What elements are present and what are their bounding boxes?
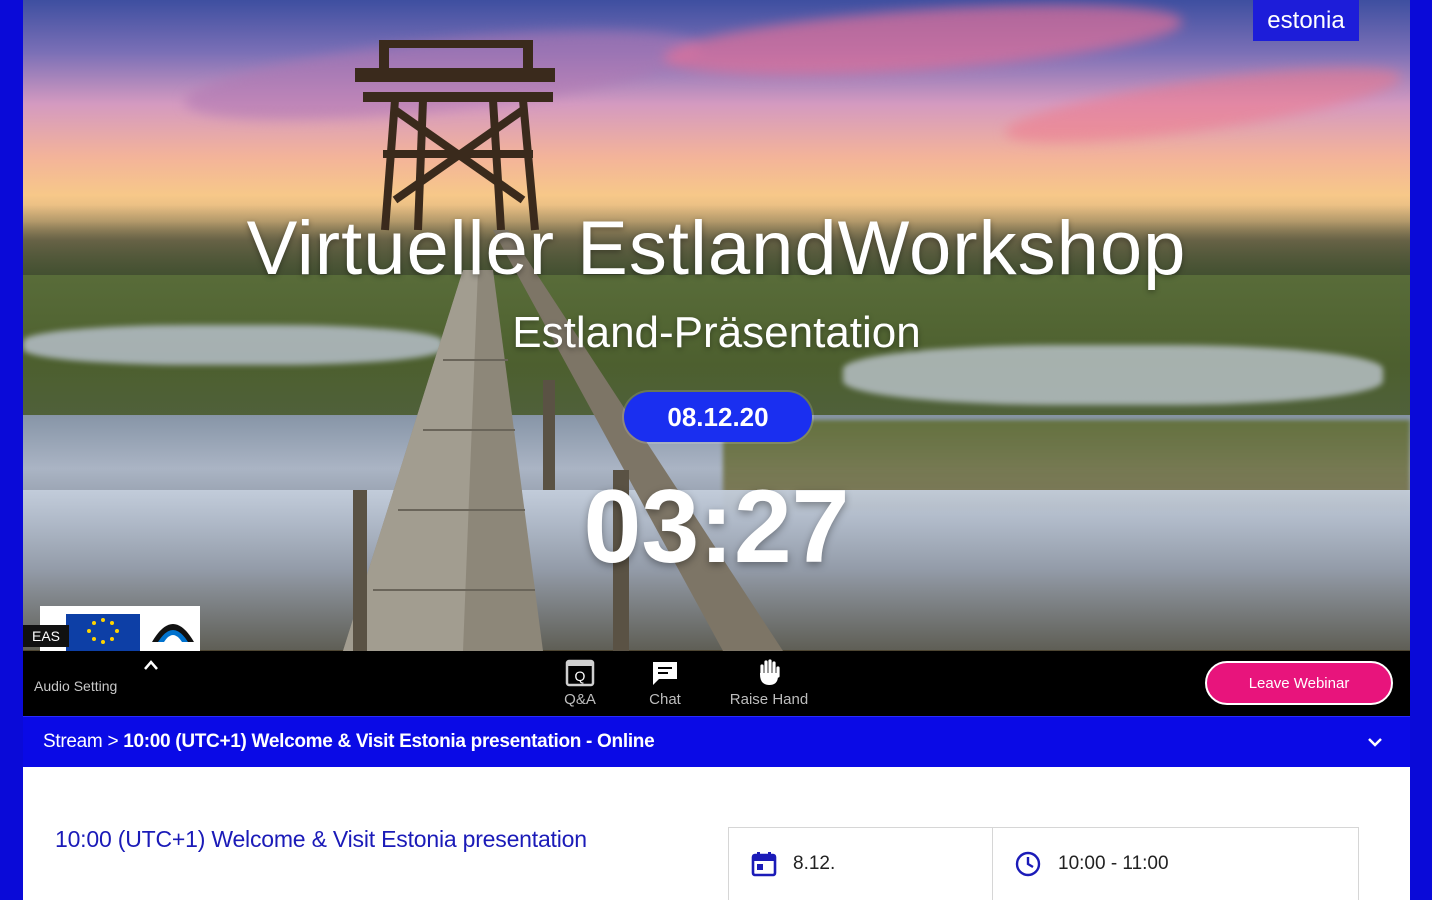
webinar-window: estonia Virtueller EstlandWorkshop Estla… xyxy=(23,0,1410,900)
calendar-icon xyxy=(751,852,777,877)
date-badge-text: 08.12.20 xyxy=(667,401,769,432)
leave-webinar-button[interactable]: Leave Webinar xyxy=(1205,661,1393,705)
session-date: 8.12. xyxy=(729,828,993,900)
brand-logo-text: estonia xyxy=(1267,7,1345,34)
stream-headline: Virtueller EstlandWorkshop xyxy=(246,206,1187,291)
chat-label: Chat xyxy=(649,691,681,708)
session-info: 8.12. 10:00 - 11:00 xyxy=(728,827,1359,900)
video-stream: estonia Virtueller EstlandWorkshop Estla… xyxy=(23,0,1410,651)
session-time: 10:00 - 11:00 xyxy=(993,828,1358,900)
chat-icon xyxy=(653,662,677,685)
qa-button[interactable]: Q Q&A xyxy=(561,659,599,708)
breadcrumb: Stream > 10:00 (UTC+1) Welcome & Visit E… xyxy=(23,716,1410,767)
raise-hand-button[interactable]: Raise Hand xyxy=(723,659,815,708)
stream-subheadline: Estland-Präsentation xyxy=(512,308,921,357)
eu-flag-icon xyxy=(66,614,140,651)
raise-hand-icon xyxy=(760,659,780,685)
breadcrumb-current: 10:00 (UTC+1) Welcome & Visit Estonia pr… xyxy=(123,731,655,752)
session-title: 10:00 (UTC+1) Welcome & Visit Estonia pr… xyxy=(55,826,587,852)
audio-setting-button[interactable]: Audio Setting xyxy=(34,678,117,694)
breadcrumb-root[interactable]: Stream xyxy=(43,731,103,752)
session-time-value: 10:00 - 11:00 xyxy=(1058,853,1169,874)
countdown-timer: 03:27 xyxy=(583,469,850,585)
chevron-down-icon[interactable] xyxy=(1366,735,1384,749)
chevron-up-icon[interactable] xyxy=(143,659,159,671)
date-badge: 08.12.20 xyxy=(624,392,812,442)
breadcrumb-separator: > xyxy=(107,731,119,752)
breadcrumb-text: Stream > 10:00 (UTC+1) Welcome & Visit E… xyxy=(43,731,655,753)
visit-estonia-logo: estonia xyxy=(1253,0,1359,41)
raise-hand-label: Raise Hand xyxy=(729,691,809,708)
chat-button[interactable]: Chat xyxy=(643,659,687,708)
presenter-tag-text: EAS xyxy=(31,628,60,644)
qa-label: Q&A xyxy=(564,691,596,708)
svg-text:Q: Q xyxy=(575,668,586,684)
clock-icon xyxy=(1015,851,1041,877)
presenter-tag: EAS xyxy=(23,625,69,647)
webinar-toolbar: Audio Setting Q Q&A Chat Raise Hand Leav… xyxy=(23,651,1410,716)
estonia-flag-icon xyxy=(152,624,194,642)
qa-icon: Q xyxy=(565,659,595,687)
session-date-value: 8.12. xyxy=(793,853,836,874)
